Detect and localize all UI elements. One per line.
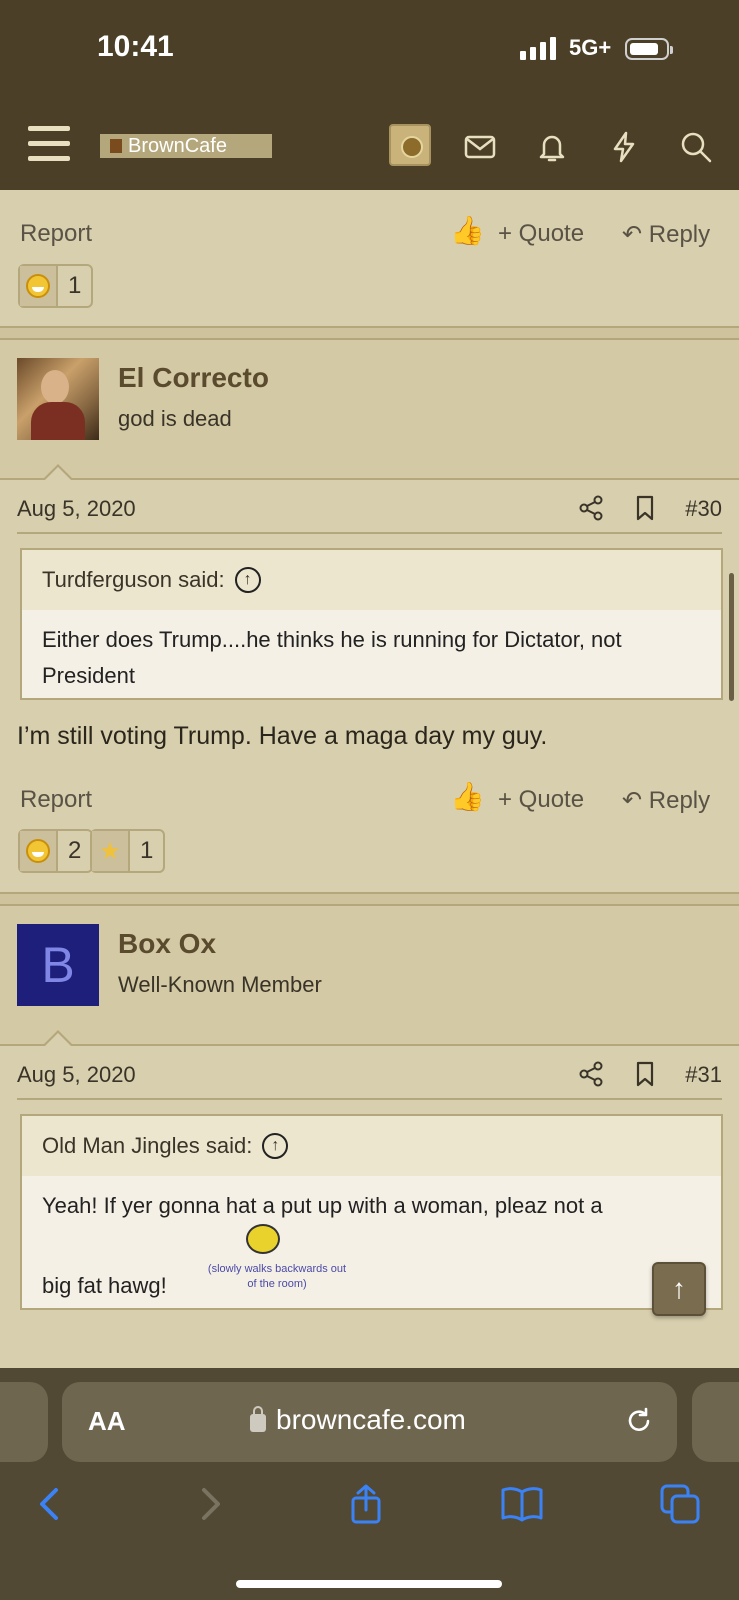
share-icon[interactable] [577, 1060, 605, 1088]
scrollbar[interactable] [729, 573, 734, 701]
back-icon[interactable] [28, 1482, 72, 1526]
quote-text: Either does Trump....he thinks he is run… [42, 627, 622, 688]
reply-button[interactable]: ↶ Reply [622, 220, 710, 249]
sticker-image: (slowly walks backwards out of the room) [202, 1224, 352, 1294]
site-logo[interactable]: BrownCafe [100, 134, 272, 158]
search-icon[interactable] [679, 130, 713, 164]
post-date[interactable]: Aug 5, 2020 [17, 1062, 136, 1088]
post-meta: Aug 5, 2020 #30 [17, 482, 722, 534]
logo-icon [110, 139, 122, 153]
reply-button[interactable]: ↶ Reply [622, 786, 710, 815]
quote-author: Turdferguson said: [42, 567, 225, 592]
user-info-block: B Box Ox Well-Known Member [0, 906, 739, 1047]
status-time: 10:41 [97, 30, 174, 63]
address-bar[interactable]: AA browncafe.com [62, 1382, 677, 1462]
quote-author: Old Man Jingles said: [42, 1133, 253, 1158]
top-bar: 10:41 5G+ BrownCafe [0, 0, 739, 190]
bookmarks-icon[interactable] [500, 1482, 544, 1526]
jump-to-quote-icon[interactable]: ↑ [262, 1133, 289, 1159]
forward-icon[interactable] [188, 1482, 232, 1526]
quote-block: Old Man Jingles said: ↑ Yeah! If yer gon… [20, 1114, 723, 1310]
bell-icon[interactable] [535, 130, 569, 164]
post-body: I’m still voting Trump. Have a maga day … [17, 722, 548, 750]
like-thumb-icon[interactable]: 👍 [450, 214, 485, 247]
report-link[interactable]: Report [20, 220, 92, 248]
bookmark-icon[interactable] [632, 1060, 658, 1088]
avatar[interactable] [17, 358, 99, 440]
share-icon[interactable] [344, 1482, 388, 1526]
quote-button[interactable]: + Quote [498, 786, 584, 814]
laugh-icon [20, 266, 58, 306]
laugh-icon [20, 831, 58, 871]
quote-line: Yeah! If yer gonna hat a put up with a w… [42, 1193, 603, 1218]
user-title: god is dead [118, 406, 232, 431]
reply-label: Reply [648, 221, 711, 248]
next-tab[interactable] [692, 1382, 739, 1462]
post-actions: Report 👍 + Quote ↶ Reply [18, 214, 723, 254]
home-indicator[interactable] [236, 1580, 502, 1588]
sticker-caption: (slowly walks backwards out of the room) [207, 1263, 347, 1290]
url-text: browncafe.com [276, 1404, 466, 1435]
user-info-block: El Correcto god is dead [0, 340, 739, 481]
menu-icon[interactable] [28, 126, 70, 162]
username[interactable]: Box Ox [118, 928, 216, 960]
bolt-icon[interactable] [607, 130, 641, 164]
username[interactable]: El Correcto [118, 362, 269, 394]
battery-icon [625, 38, 673, 60]
quote-line: big fat hawg! [42, 1273, 167, 1298]
quote-block: Turdferguson said: ↑ Either does Trump..… [20, 548, 723, 700]
previous-tab[interactable] [0, 1382, 48, 1462]
share-icon[interactable] [577, 494, 605, 522]
user-title: Well-Known Member [118, 972, 322, 997]
quote-text: Yeah! If yer gonna hat a put up with a w… [22, 1176, 721, 1316]
network-label: 5G+ [569, 35, 612, 60]
tabs-icon[interactable] [658, 1482, 702, 1526]
url-display[interactable]: browncafe.com [250, 1404, 466, 1436]
mail-icon[interactable] [463, 130, 497, 164]
quote-button[interactable]: + Quote [498, 220, 584, 248]
reaction-count: 1 [68, 272, 82, 299]
reaction-count: 2 [68, 837, 82, 864]
reply-label: Reply [648, 787, 711, 814]
user-caret [42, 464, 74, 481]
reaction-summary[interactable]: 1 [18, 264, 94, 308]
scroll-to-top-button[interactable]: ↑ [652, 1262, 706, 1316]
reaction-count: 1 [140, 837, 154, 864]
reaction-star[interactable]: ★ 1 [90, 829, 166, 873]
user-avatar-button[interactable] [389, 124, 431, 166]
post-meta: Aug 5, 2020 #31 [17, 1048, 722, 1100]
logo-text: BrownCafe [128, 134, 227, 157]
star-icon: ★ [92, 831, 130, 871]
post-separator [0, 892, 739, 906]
post-number[interactable]: #30 [685, 496, 722, 522]
like-thumb-icon[interactable]: 👍 [450, 780, 485, 813]
avatar[interactable]: B [17, 924, 99, 1006]
jump-to-quote-icon[interactable]: ↑ [234, 567, 261, 593]
post-number[interactable]: #31 [685, 1062, 722, 1088]
post-date[interactable]: Aug 5, 2020 [17, 496, 136, 522]
smiley-sticker-icon [246, 1224, 280, 1254]
reaction-laugh[interactable]: 2 [18, 829, 94, 873]
quote-header[interactable]: Old Man Jingles said: ↑ [22, 1116, 721, 1176]
post-separator [0, 326, 739, 340]
bookmark-icon[interactable] [632, 494, 658, 522]
quote-header[interactable]: Turdferguson said: ↑ [22, 550, 721, 610]
user-caret [42, 1030, 74, 1047]
reader-settings-button[interactable]: AA [88, 1406, 126, 1437]
report-link[interactable]: Report [20, 786, 92, 814]
reload-icon[interactable] [624, 1406, 654, 1436]
post-actions: Report 👍 + Quote ↶ Reply [18, 780, 723, 820]
browser-toolbar: AA browncafe.com [0, 1368, 739, 1600]
signal-icon [520, 36, 556, 60]
lock-icon [250, 1406, 266, 1432]
